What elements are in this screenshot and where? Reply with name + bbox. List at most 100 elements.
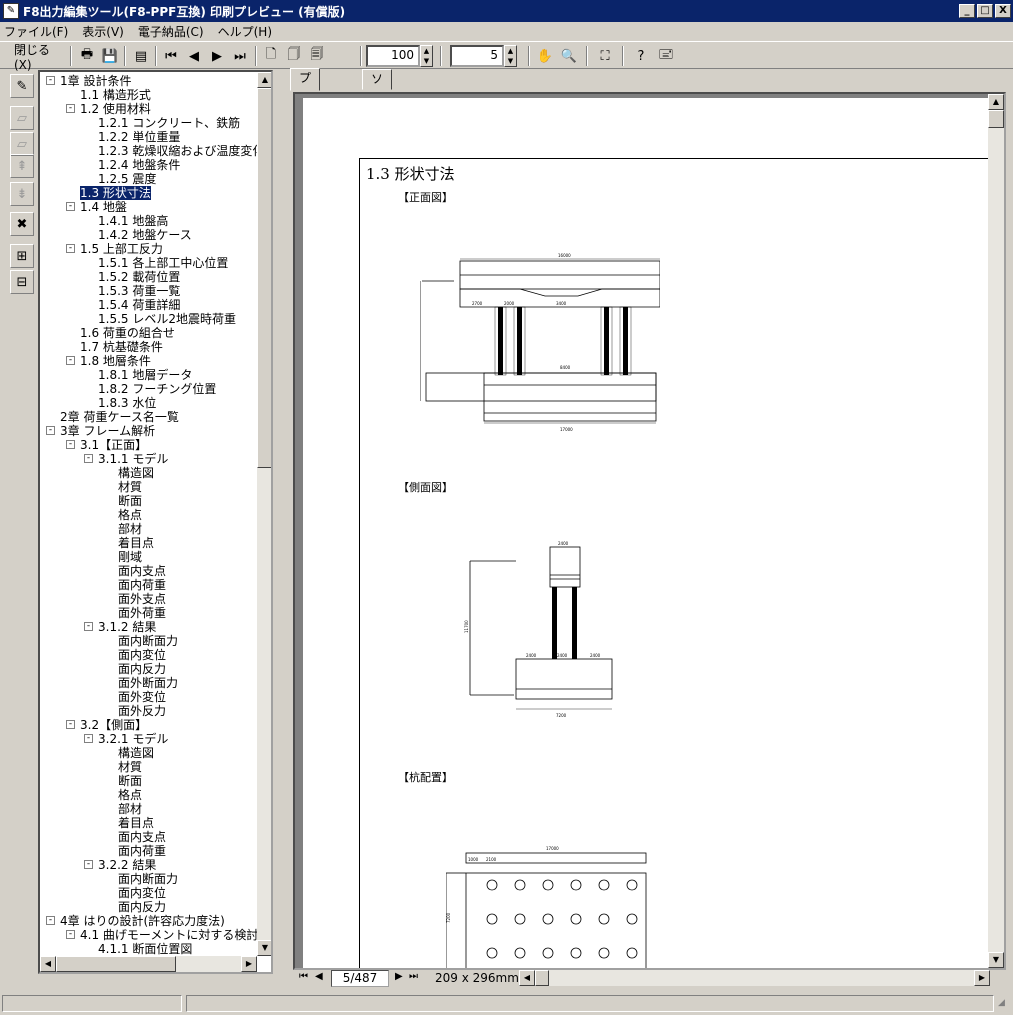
preview-scroll-up-icon[interactable]: ▲ xyxy=(988,94,1004,110)
tree-item[interactable]: 3.2.2 結果 xyxy=(98,858,156,872)
tree-expander-icon[interactable]: - xyxy=(66,440,75,449)
tree-item[interactable]: 4.1 曲げモーメントに対する検討 xyxy=(80,928,258,942)
tree-expander-icon[interactable]: - xyxy=(66,202,75,211)
tree-expander-icon[interactable]: - xyxy=(84,622,93,631)
tree-item[interactable]: 4章 はりの設計(許容応力度法) xyxy=(60,914,225,928)
edit-pencil-icon[interactable]: ✎ xyxy=(10,74,34,98)
preview-pane[interactable]: 1.3 形状寸法 【正面図】 【側面図】 【杭配置】 16000 17000 8… xyxy=(293,92,1006,970)
tree-item[interactable]: 1.5 上部工反力 xyxy=(80,242,163,256)
fit-icon[interactable]: ⛶ xyxy=(594,45,616,67)
tree-expander-icon[interactable]: - xyxy=(84,454,93,463)
tree-item[interactable]: 面内変位 xyxy=(118,886,166,900)
collapse-tree-icon[interactable]: ⊟ xyxy=(10,270,34,294)
tree-item[interactable]: 3.2【側面】 xyxy=(80,718,147,732)
zoom-spinner[interactable]: ▲ ▼ xyxy=(420,45,433,67)
step-input[interactable]: 5 xyxy=(450,45,504,67)
tree-item[interactable]: 面外反力 xyxy=(118,704,166,718)
menu-electronic-delivery[interactable]: 電子納品(C) xyxy=(138,23,204,40)
tree-item[interactable]: 構造図 xyxy=(118,746,154,760)
tree-expander-icon[interactable]: - xyxy=(46,426,55,435)
tree-item[interactable]: 構造図 xyxy=(118,466,154,480)
first-page-icon[interactable]: ⏮ xyxy=(160,45,182,67)
tree-item[interactable]: 格点 xyxy=(118,508,142,522)
help-icon[interactable]: ? xyxy=(630,45,652,67)
tree-expander-icon[interactable]: - xyxy=(84,860,93,869)
tree-item[interactable]: 3.1【正面】 xyxy=(80,438,147,452)
tab-source[interactable]: ソース xyxy=(362,69,393,124)
nav-first-icon[interactable]: ⏮ xyxy=(299,971,308,982)
tree-item[interactable]: 1.2.1 コンクリート、鉄筋 xyxy=(98,116,240,130)
tree-item[interactable]: 面外荷重 xyxy=(118,606,166,620)
tree-item[interactable]: 面外支点 xyxy=(118,592,166,606)
tree-item[interactable]: 材質 xyxy=(118,480,142,494)
info-icon[interactable]: 🖃 xyxy=(655,45,677,67)
nav-prev-icon[interactable]: ◀ xyxy=(315,971,323,982)
tree-item[interactable]: 1.2.3 乾燥収縮および温度変化の影 xyxy=(98,144,271,158)
tree-item[interactable]: 面内反力 xyxy=(118,662,166,676)
tree-item[interactable]: 1.3 形状寸法 xyxy=(80,186,151,200)
tree-item[interactable]: 1.5.4 荷重詳細 xyxy=(98,298,180,312)
tree-item[interactable]: 1.2 使用材料 xyxy=(80,102,151,116)
close-preview-button[interactable]: 閉じる(X) xyxy=(14,43,66,72)
zoom-input[interactable]: 100 xyxy=(366,45,420,67)
preview-scroll-down-icon[interactable]: ▼ xyxy=(988,952,1004,968)
tree-item[interactable]: 2章 荷重ケース名一覧 xyxy=(60,410,179,424)
insert-before-icon[interactable]: ▱ xyxy=(10,106,34,130)
scroll-up-icon[interactable]: ▲ xyxy=(257,72,271,88)
nav-next-icon[interactable]: ▶ xyxy=(395,971,403,982)
tree-item[interactable]: 着目点 xyxy=(118,536,154,550)
tree-expander-icon[interactable]: - xyxy=(46,916,55,925)
tree-item[interactable]: 剛域 xyxy=(118,550,142,564)
tree-item[interactable]: 1.4 地盤 xyxy=(80,200,127,214)
tree-item[interactable]: 1.8.3 水位 xyxy=(98,396,156,410)
preview-hscroll-thumb[interactable] xyxy=(535,970,549,986)
tree-item[interactable]: 面外変位 xyxy=(118,690,166,704)
tree-item[interactable]: 面内支点 xyxy=(118,564,166,578)
tree-item[interactable]: 面内変位 xyxy=(118,648,166,662)
hand-tool-icon[interactable]: ✋ xyxy=(534,45,556,67)
outline-tree[interactable]: -1章 設計条件 1.1 構造形式 -1.2 使用材料 1.2.1 コンクリート、鉄筋… xyxy=(38,70,273,974)
tree-item[interactable]: 面内支点 xyxy=(118,830,166,844)
maximize-button[interactable]: □ xyxy=(977,4,993,18)
tree-item[interactable]: 1.8.1 地層データ xyxy=(98,368,192,382)
move-up-icon[interactable]: ⇞ xyxy=(10,154,34,178)
nav-last-icon[interactable]: ⏭ xyxy=(409,971,418,982)
prev-page-icon[interactable]: ◀ xyxy=(183,45,205,67)
tree-item[interactable]: 1.7 杭基礎条件 xyxy=(80,340,163,354)
menu-help[interactable]: ヘルプ(H) xyxy=(218,23,272,40)
tree-item[interactable]: 面内荷重 xyxy=(118,578,166,592)
tree-item[interactable]: 着目点 xyxy=(118,816,154,830)
tree-item[interactable]: 面内荷重 xyxy=(118,844,166,858)
tree-item[interactable]: 1.8.2 フーチング位置 xyxy=(98,382,216,396)
last-page-icon[interactable]: ⏭ xyxy=(229,45,251,67)
tree-item[interactable]: 1.1 構造形式 xyxy=(80,88,151,102)
tree-item[interactable]: 1.5.2 載荷位置 xyxy=(98,270,180,284)
tree-item[interactable]: 1.2.5 震度 xyxy=(98,172,156,186)
tree-item[interactable]: 面内反力 xyxy=(118,900,166,914)
preview-scroll-left-icon[interactable]: ◀ xyxy=(519,970,535,986)
export-icon[interactable]: ▤ xyxy=(130,45,152,67)
move-down-icon[interactable]: ⇟ xyxy=(10,182,34,206)
tree-expander-icon[interactable]: - xyxy=(46,76,55,85)
preview-horizontal-scrollbar[interactable]: ◀ ▶ xyxy=(519,970,990,986)
minimize-button[interactable]: _ xyxy=(959,4,975,18)
tree-scroll-thumb[interactable] xyxy=(257,88,271,468)
tree-item[interactable]: 1.2.4 地盤条件 xyxy=(98,158,180,172)
tree-vertical-scrollbar[interactable]: ▲ ▼ xyxy=(257,72,271,956)
tree-item[interactable]: 面内断面力 xyxy=(118,634,178,648)
tree-expander-icon[interactable]: - xyxy=(66,930,75,939)
tree-item[interactable]: 1.5.5 レベル2地震時荷重 xyxy=(98,312,236,326)
tree-item[interactable]: 面内断面力 xyxy=(118,872,178,886)
tree-item[interactable]: 1章 設計条件 xyxy=(60,74,131,88)
tree-item[interactable]: 1.4.1 地盤高 xyxy=(98,214,168,228)
tree-hscroll-thumb[interactable] xyxy=(56,956,176,972)
tree-item[interactable]: 4.1.1 断面位置図 xyxy=(98,942,192,956)
tree-item[interactable]: 1.2.2 単位重量 xyxy=(98,130,180,144)
tree-item[interactable]: 1.4.2 地盤ケース xyxy=(98,228,192,242)
expand-tree-icon[interactable]: ⊞ xyxy=(10,244,34,268)
save-icon[interactable]: 💾 xyxy=(99,45,121,67)
whole-page-icon[interactable]: 🗐 xyxy=(306,45,328,67)
tree-item[interactable]: 3章 フレーム解析 xyxy=(60,424,155,438)
page-width-icon[interactable]: 🗍 xyxy=(283,45,305,67)
print-icon[interactable]: 🖶 xyxy=(76,45,98,67)
